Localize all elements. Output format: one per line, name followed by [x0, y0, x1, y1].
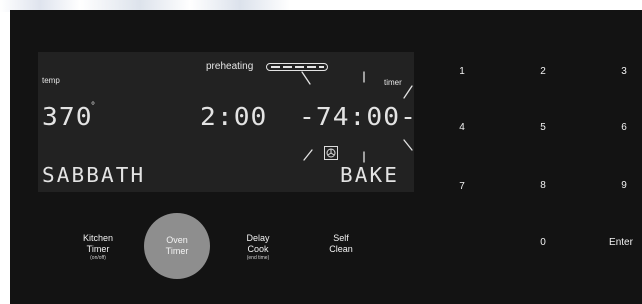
- bake-mode-label: BAKE: [340, 163, 399, 187]
- sabbath-mode-label: SABBATH: [42, 163, 146, 187]
- key-4[interactable]: 4: [447, 122, 477, 133]
- self-clean-label-2: Clean: [329, 244, 353, 254]
- preheating-label: preheating: [206, 61, 254, 72]
- self-clean-button[interactable]: Self Clean: [311, 233, 371, 255]
- delay-cook-button[interactable]: Delay Cook (end time): [228, 233, 288, 262]
- kitchen-timer-button[interactable]: Kitchen Timer (on/off): [68, 233, 128, 262]
- degree-symbol: °: [91, 101, 95, 112]
- key-9[interactable]: 9: [609, 180, 639, 191]
- key-1[interactable]: 1: [447, 66, 477, 77]
- kitchen-timer-sublabel: (on/off): [90, 255, 106, 261]
- key-3[interactable]: 3: [609, 66, 639, 77]
- delay-cook-sublabel: (end time): [246, 255, 270, 261]
- enter-key[interactable]: Enter: [603, 237, 639, 248]
- key-2[interactable]: 2: [528, 66, 558, 77]
- oven-timer-label-1: Oven: [166, 235, 188, 245]
- oven-timer-label-2: Timer: [165, 246, 189, 256]
- temp-label: temp: [42, 76, 60, 85]
- temperature-readout: 370: [42, 102, 93, 131]
- oven-timer-button[interactable]: Oven Timer: [147, 235, 207, 257]
- delay-cook-label-1: Delay: [246, 233, 270, 243]
- key-8[interactable]: 8: [528, 180, 558, 191]
- timer-flash-rays: [301, 71, 413, 163]
- delay-cook-label-2: Cook: [247, 244, 269, 254]
- key-6[interactable]: 6: [609, 122, 639, 133]
- key-0[interactable]: 0: [528, 237, 558, 248]
- self-clean-label-1: Self: [333, 233, 349, 243]
- kitchen-timer-label-1: Kitchen: [82, 233, 114, 243]
- key-5[interactable]: 5: [528, 122, 558, 133]
- kitchen-timer-label-2: Timer: [86, 244, 110, 254]
- key-7[interactable]: 7: [447, 181, 477, 192]
- convection-fan-icon: [324, 146, 338, 160]
- cook-time-readout: 2:00: [200, 102, 268, 131]
- oven-control-panel: preheating temp 370 ° 2:00 timer -74:00-: [10, 10, 642, 304]
- lcd-display: preheating temp 370 ° 2:00 timer -74:00-: [38, 52, 416, 192]
